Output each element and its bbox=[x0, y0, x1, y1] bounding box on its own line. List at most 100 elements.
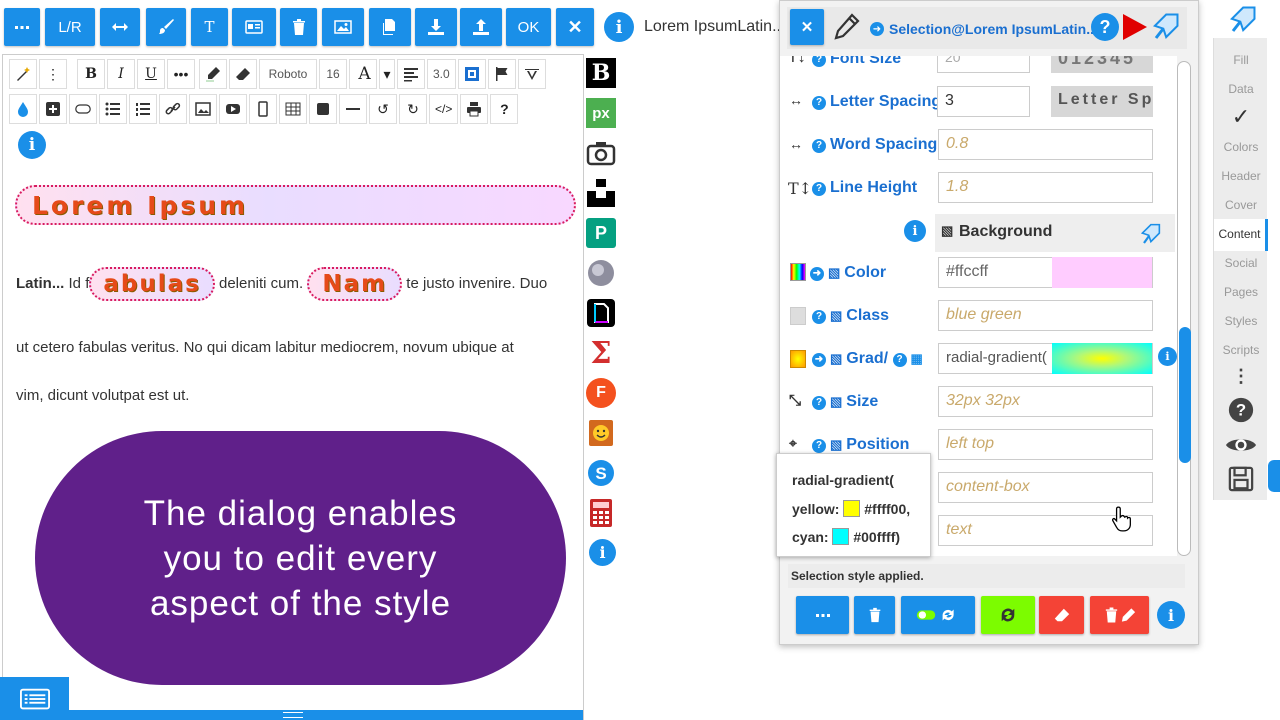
dialog-close-button[interactable]: ✕ bbox=[790, 9, 824, 45]
download-button[interactable] bbox=[415, 8, 457, 46]
background-section-header[interactable]: ▧ Background bbox=[935, 214, 1175, 252]
arrow-circle-icon[interactable]: ➜ bbox=[870, 22, 884, 36]
toggle-refresh-button[interactable] bbox=[901, 596, 975, 634]
styled-pill-1[interactable]: abulas bbox=[89, 267, 215, 301]
line-height-select[interactable]: 3.0 bbox=[427, 59, 456, 89]
highlight-pen-icon[interactable] bbox=[199, 59, 227, 89]
lr-button[interactable]: L/R bbox=[45, 8, 95, 46]
numbered-list-icon[interactable] bbox=[129, 94, 157, 124]
underline-button[interactable]: U bbox=[137, 59, 165, 89]
dialog-scrollbar[interactable] bbox=[1177, 61, 1191, 556]
magic-wand-icon[interactable] bbox=[9, 59, 37, 89]
eraser-button[interactable] bbox=[1039, 596, 1084, 634]
vertical-dots-icon[interactable]: ⋮ bbox=[39, 59, 67, 89]
link-icon[interactable] bbox=[159, 94, 187, 124]
copy-button[interactable] bbox=[369, 8, 411, 46]
sidebar-help-icon[interactable]: ? bbox=[1214, 396, 1268, 427]
sidebar-item-content[interactable]: Content bbox=[1214, 219, 1268, 251]
px-app-icon[interactable]: px bbox=[586, 98, 616, 128]
emoji-book-icon[interactable] bbox=[586, 418, 616, 448]
more-format-button[interactable]: ••• bbox=[167, 59, 195, 89]
more-button[interactable] bbox=[4, 8, 40, 46]
pin-icon[interactable] bbox=[1153, 7, 1185, 48]
bold-button[interactable]: B bbox=[77, 59, 105, 89]
upload-button[interactable] bbox=[460, 8, 502, 46]
eraser-icon[interactable] bbox=[229, 59, 257, 89]
dialog-more-button[interactable] bbox=[796, 596, 849, 634]
sidebar-item-pages[interactable]: Pages bbox=[1214, 285, 1268, 299]
print-icon[interactable] bbox=[460, 94, 489, 124]
delete-edit-button[interactable] bbox=[1090, 596, 1149, 634]
sidebar-item-data[interactable]: Data bbox=[1214, 82, 1268, 96]
sidebar-more-icon[interactable]: ⋮ bbox=[1214, 366, 1268, 387]
sidebar-edge-handle[interactable] bbox=[1268, 460, 1280, 492]
resize-button[interactable] bbox=[100, 8, 140, 46]
italic-button[interactable]: I bbox=[107, 59, 135, 89]
insert-image-icon[interactable] bbox=[189, 94, 217, 124]
dialog-help-icon[interactable]: ? bbox=[1091, 13, 1119, 41]
water-drop-icon[interactable] bbox=[9, 94, 37, 124]
checkmark-icon[interactable] bbox=[517, 59, 546, 89]
text-color-button[interactable]: A bbox=[349, 59, 377, 89]
gradient-info-icon[interactable]: i bbox=[1158, 347, 1177, 366]
image-button[interactable] bbox=[322, 8, 364, 46]
dialog-delete-button[interactable] bbox=[854, 596, 895, 634]
class-field[interactable]: blue green bbox=[938, 300, 1153, 331]
mobile-icon[interactable] bbox=[249, 94, 277, 124]
chevron-down-icon[interactable]: ▾ bbox=[379, 59, 395, 89]
brush-button[interactable] bbox=[146, 8, 186, 46]
sidebar-item-scripts[interactable]: Scripts bbox=[1214, 343, 1268, 357]
sidebar-item-header[interactable]: Header bbox=[1214, 169, 1268, 183]
sidebar-item-social[interactable]: Social bbox=[1214, 256, 1268, 270]
horizontal-rule-icon[interactable] bbox=[339, 94, 367, 124]
editor-info-icon[interactable]: i bbox=[18, 131, 46, 159]
flag-icon[interactable] bbox=[487, 59, 516, 89]
camera-icon[interactable] bbox=[586, 138, 616, 168]
scrollbar-thumb[interactable] bbox=[1179, 327, 1191, 463]
origin-field[interactable]: content-box bbox=[938, 472, 1153, 503]
line-height-field[interactable]: 1.8 bbox=[938, 172, 1153, 203]
paragraph-line-1[interactable]: Latin... Id f abulas deleniti cum. Nam te… bbox=[16, 267, 547, 301]
paragraph-line-2[interactable]: ut cetero fabulas veritus. No qui dicam … bbox=[16, 339, 514, 356]
color-swatch[interactable] bbox=[1052, 257, 1152, 288]
bold-b-app-icon[interactable]: B bbox=[586, 58, 616, 88]
sidebar-item-colors[interactable]: Colors bbox=[1214, 140, 1268, 154]
pexels-icon[interactable]: P bbox=[586, 218, 616, 248]
size-field[interactable]: 32px 32px bbox=[938, 386, 1153, 417]
checkmark-icon[interactable]: ✓ bbox=[1214, 104, 1268, 130]
ok-button[interactable]: OK bbox=[506, 8, 551, 46]
styled-pill-2[interactable]: Nam bbox=[307, 267, 403, 301]
close-button[interactable]: ✕ bbox=[556, 8, 594, 46]
toggle-shape-icon[interactable] bbox=[69, 94, 97, 124]
font-size-select[interactable]: 16 bbox=[319, 59, 347, 89]
background-info-icon[interactable]: i bbox=[904, 220, 926, 242]
section-pin-icon[interactable] bbox=[1140, 219, 1165, 250]
globe-app-icon[interactable] bbox=[586, 258, 616, 288]
sidebar-eye-icon[interactable] bbox=[1214, 434, 1268, 459]
block-icon[interactable] bbox=[309, 94, 337, 124]
dialog-footer-info-icon[interactable]: i bbox=[1157, 601, 1185, 629]
delete-button[interactable] bbox=[280, 8, 317, 46]
strip-info-icon[interactable]: i bbox=[589, 539, 616, 566]
add-block-icon[interactable] bbox=[39, 94, 67, 124]
redo-icon[interactable]: ↻ bbox=[399, 94, 427, 124]
calculator-icon[interactable] bbox=[586, 498, 616, 528]
font-family-select[interactable]: Roboto bbox=[259, 59, 317, 89]
video-icon[interactable] bbox=[219, 94, 247, 124]
table-icon[interactable] bbox=[279, 94, 307, 124]
sidebar-save-icon[interactable] bbox=[1214, 466, 1268, 495]
purple-callout[interactable]: The dialog enables you to edit every asp… bbox=[35, 431, 566, 685]
font-size-field[interactable]: 20 bbox=[937, 56, 1030, 73]
skype-icon[interactable]: S bbox=[586, 458, 616, 488]
list-view-button[interactable] bbox=[0, 677, 69, 720]
undo-icon[interactable]: ↺ bbox=[369, 94, 397, 124]
sidebar-item-cover[interactable]: Cover bbox=[1214, 198, 1268, 212]
word-spacing-field[interactable]: 0.8 bbox=[938, 129, 1153, 160]
document-app-icon[interactable] bbox=[586, 298, 616, 328]
code-view-icon[interactable]: </> bbox=[429, 94, 459, 124]
info-icon[interactable]: i bbox=[604, 12, 634, 42]
heading-block[interactable]: Lorem Ipsum bbox=[15, 185, 576, 225]
grid-icon[interactable] bbox=[457, 59, 486, 89]
resize-grip-icon[interactable] bbox=[283, 712, 303, 718]
sidebar-pin-icon[interactable] bbox=[1230, 0, 1262, 41]
